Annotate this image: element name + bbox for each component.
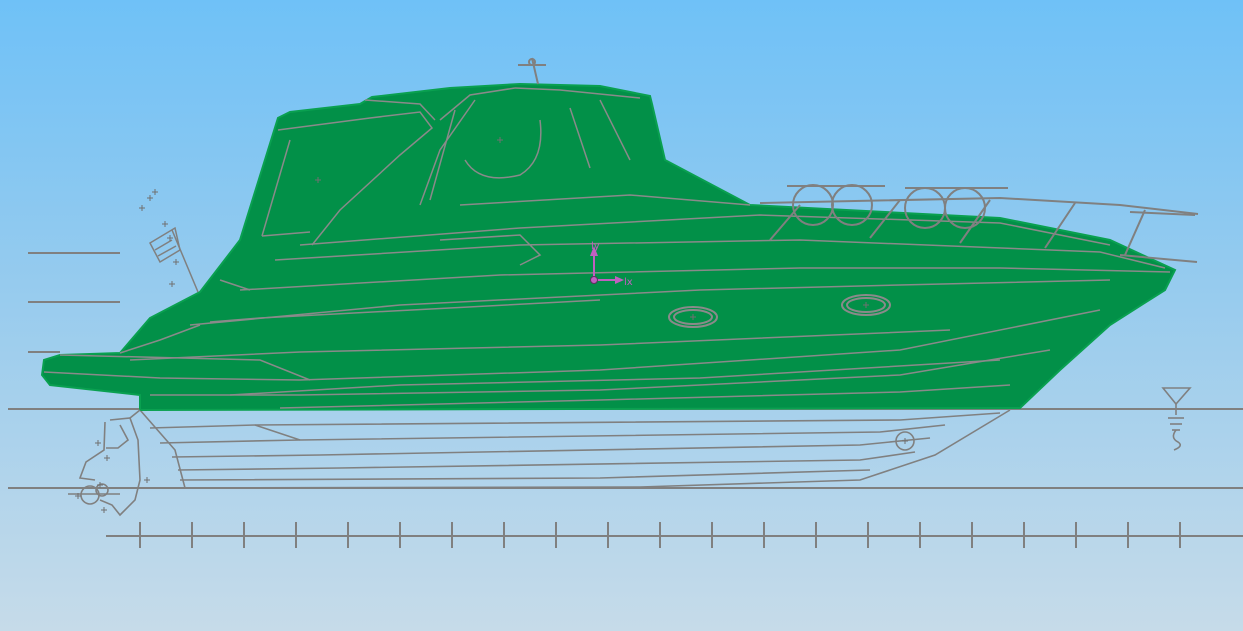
cross-marker xyxy=(139,205,145,211)
waterline-triangle-icon xyxy=(1161,387,1192,451)
station-ruler xyxy=(106,522,1243,548)
cross-marker xyxy=(169,281,175,287)
stern-drive[interactable] xyxy=(68,409,141,517)
cross-marker xyxy=(147,195,153,201)
cross-marker xyxy=(162,221,168,227)
boat-model-drawing[interactable]: ly lx xyxy=(0,0,1243,631)
radar-antenna xyxy=(518,57,546,85)
stern-ladder xyxy=(149,226,199,293)
cross-marker xyxy=(152,189,158,195)
y-axis-label: ly xyxy=(591,241,600,252)
cross-marker xyxy=(104,455,110,461)
cross-marker xyxy=(144,477,150,483)
upper-hull-surface[interactable] xyxy=(40,82,1177,412)
cross-marker xyxy=(902,438,908,444)
lower-hull-wireframe[interactable] xyxy=(139,409,1011,489)
cross-marker xyxy=(167,235,173,241)
x-axis-label: lx xyxy=(624,277,633,288)
cad-viewport[interactable]: ly lx xyxy=(0,0,1243,631)
cross-marker xyxy=(101,507,107,513)
cross-marker xyxy=(173,259,179,265)
cross-marker xyxy=(95,440,101,446)
